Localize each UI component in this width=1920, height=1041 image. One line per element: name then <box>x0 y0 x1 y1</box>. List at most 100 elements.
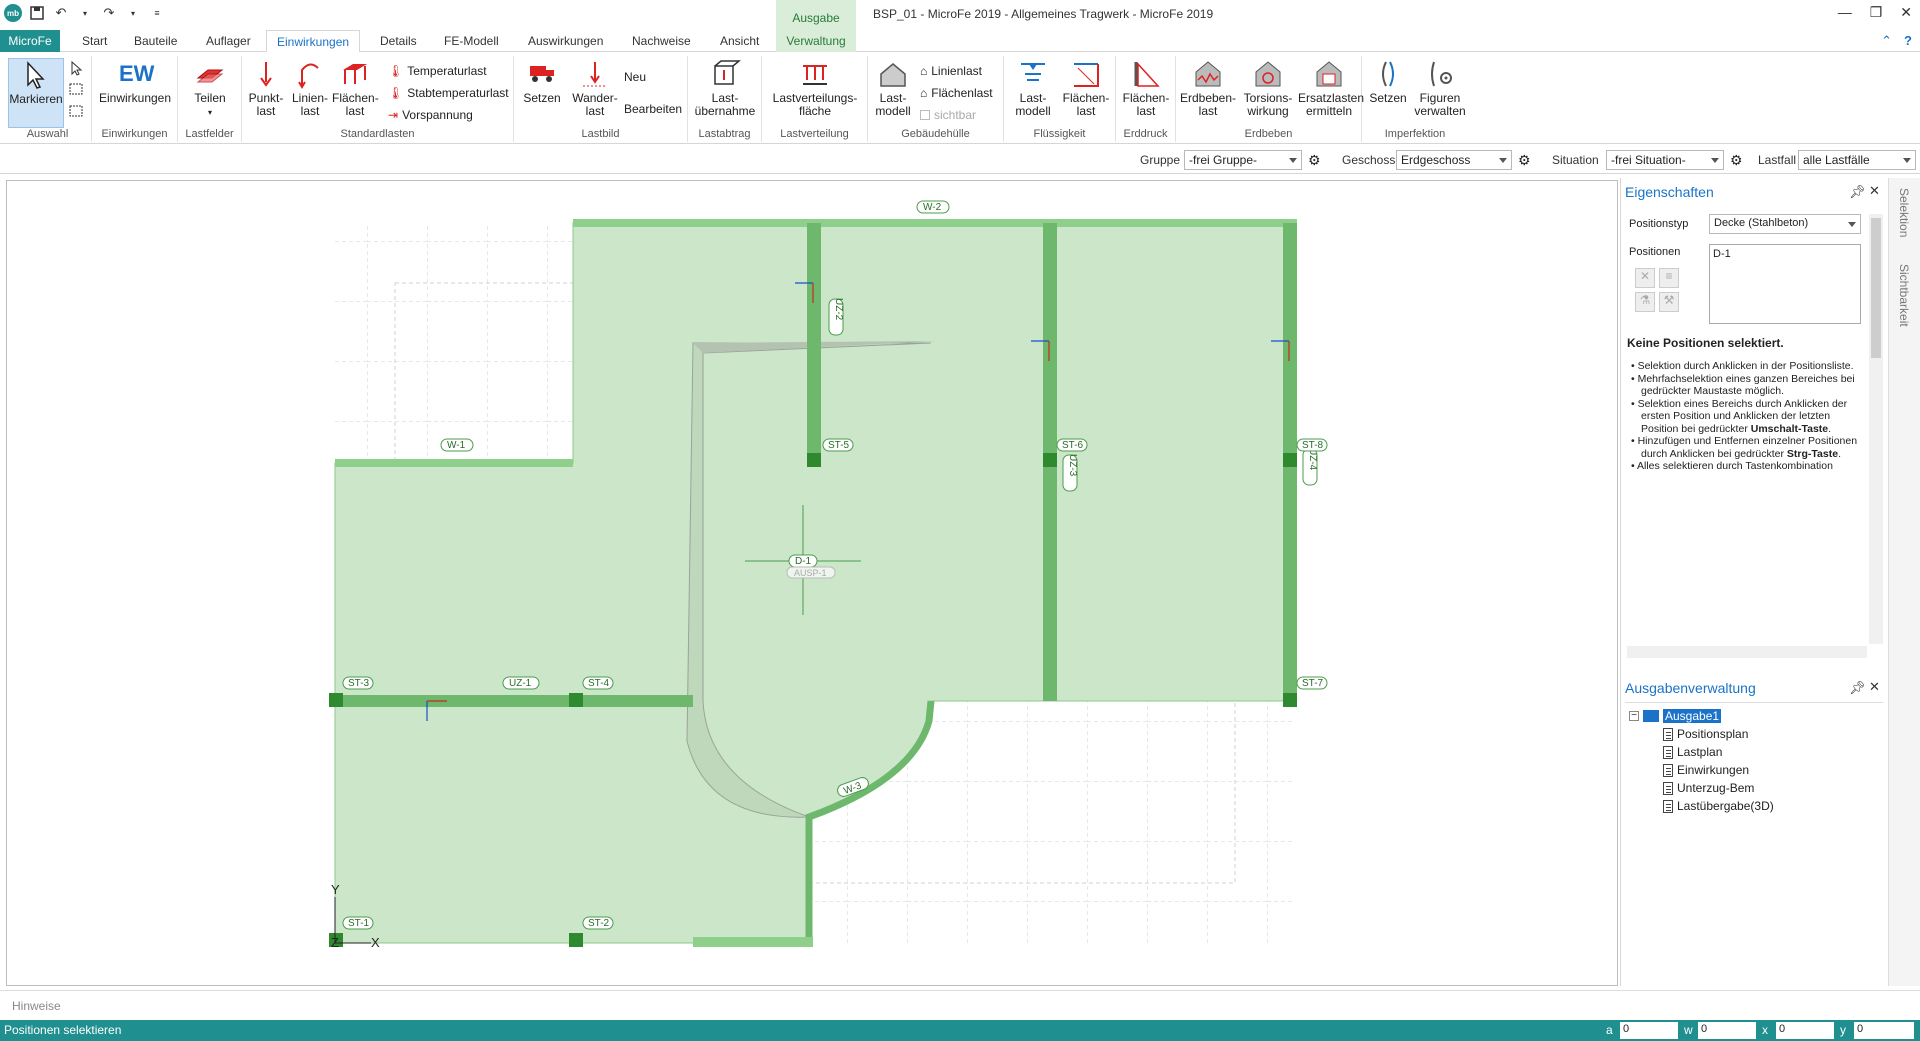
stabtemperaturlast-button[interactable]: 🌡︎ Stabtemperaturlast <box>388 86 509 100</box>
erdbebenlast-button[interactable]: Erdbeben-last <box>1178 58 1238 118</box>
pin-icon[interactable]: 📌︎ <box>1849 184 1866 200</box>
restore-icon[interactable]: ❐ <box>1870 4 1883 21</box>
drawing-canvas[interactable]: Y X Z W-2 W-1 W-3 UZ-2 UZ-3 UZ-4 UZ-1 ST… <box>6 180 1618 986</box>
imperfektion-setzen-button[interactable]: Setzen <box>1364 58 1412 105</box>
tab-bauteile[interactable]: Bauteile <box>124 30 187 52</box>
positionen-list[interactable]: D-1 <box>1709 244 1861 324</box>
column-st8[interactable] <box>1283 453 1297 467</box>
tab-verwaltung[interactable]: Verwaltung <box>776 30 856 52</box>
flask-icon[interactable]: ⚗ <box>1635 292 1655 312</box>
column-st4[interactable] <box>569 693 583 707</box>
tree-item-lastuebergabe[interactable]: Lastübergabe(3D) <box>1663 799 1774 813</box>
save-icon[interactable] <box>28 4 46 22</box>
y-field[interactable]: 0 <box>1854 1022 1914 1039</box>
w-field[interactable]: 0 <box>1698 1022 1756 1039</box>
beam-uz2[interactable] <box>807 223 821 459</box>
tree-item-lastplan[interactable]: Lastplan <box>1663 745 1722 759</box>
tab-details[interactable]: Details <box>370 30 427 52</box>
x-field[interactable]: 0 <box>1776 1022 1834 1039</box>
erddruck-flaechenlast-button[interactable]: Flächen-last <box>1120 58 1172 118</box>
column-st3[interactable] <box>329 693 343 707</box>
figuren-verwalten-button[interactable]: Figuren verwalten <box>1414 58 1466 118</box>
floor-plan-drawing[interactable]: Y X Z W-2 W-1 W-3 UZ-2 UZ-3 UZ-4 UZ-1 ST… <box>7 181 1619 987</box>
selection-mode-icons[interactable] <box>68 60 86 126</box>
situation-select[interactable]: -frei Situation- <box>1606 150 1724 170</box>
lastfall-select[interactable]: alle Lastfälle <box>1798 150 1916 170</box>
collapse-icon[interactable]: − <box>1629 711 1639 721</box>
undo-icon[interactable]: ↶ <box>52 4 70 22</box>
lastuebernahme-button[interactable]: Last-übernahme <box>692 58 758 118</box>
column-st2[interactable] <box>569 933 583 947</box>
label-w1[interactable]: W-1 <box>440 438 474 452</box>
teilen-button[interactable]: Teilen ▾ <box>182 58 238 119</box>
delete-icon[interactable]: ✕ <box>1635 268 1655 288</box>
close-icon[interactable]: ✕ <box>1900 4 1912 21</box>
a-field[interactable]: 0 <box>1620 1022 1678 1039</box>
label-st2[interactable]: ST-2 <box>582 916 614 930</box>
lastverteilungsflaeche-button[interactable]: Lastverteilungs-fläche <box>766 58 864 118</box>
close-icon[interactable]: ✕ <box>1869 679 1880 695</box>
label-st5[interactable]: ST-5 <box>822 438 854 452</box>
wall-w2[interactable] <box>573 219 1297 227</box>
tab-microfe[interactable]: MicroFe <box>0 30 60 52</box>
label-st8[interactable]: ST-8 <box>1296 438 1328 452</box>
gear-icon[interactable]: ⚙ <box>1730 152 1746 168</box>
side-tab-sichtbarkeit[interactable]: Sichtbarkeit <box>1897 264 1911 327</box>
setzen-button[interactable]: Setzen <box>516 58 568 105</box>
tab-nachweise[interactable]: Nachweise <box>622 30 701 52</box>
properties-scrollbar[interactable] <box>1869 214 1883 644</box>
output-tree[interactable]: − Ausgabe1 Positionsplan Lastplan Einwir… <box>1625 702 1883 986</box>
column-st7[interactable] <box>1283 693 1297 707</box>
column-st6[interactable] <box>1043 453 1057 467</box>
linienlast-button[interactable]: Linien-last <box>288 58 332 118</box>
chevron-down-icon[interactable]: ▾ <box>124 4 142 22</box>
tree-item-positionsplan[interactable]: Positionsplan <box>1663 727 1748 741</box>
linienlast-small-button[interactable]: ⌂ Linienlast <box>920 64 982 78</box>
temperaturlast-button[interactable]: 🌡︎ Temperaturlast <box>388 64 487 78</box>
label-st6[interactable]: ST-6 <box>1056 438 1088 452</box>
positionen-list-item[interactable]: D-1 <box>1713 248 1731 260</box>
tab-auswirkungen[interactable]: Auswirkungen <box>518 30 613 52</box>
tools-icon[interactable]: ⚒ <box>1659 292 1679 312</box>
geschoss-select[interactable]: Erdgeschoss <box>1396 150 1512 170</box>
wanderlast-button[interactable]: Wander-last <box>570 58 620 118</box>
tab-fe-modell[interactable]: FE-Modell <box>434 30 509 52</box>
neu-button[interactable]: Neu <box>624 70 646 84</box>
chevron-down-icon[interactable]: ▾ <box>76 4 94 22</box>
sichtbar-checkbox[interactable]: sichtbar <box>920 108 976 122</box>
tree-item-unterzug-bem[interactable]: Unterzug-Bem <box>1663 781 1754 795</box>
properties-hscrollbar[interactable] <box>1627 646 1867 658</box>
label-w2[interactable]: W-2 <box>916 200 950 214</box>
torsionswirkung-button[interactable]: Torsions-wirkung <box>1240 58 1296 118</box>
tree-root[interactable]: − Ausgabe1 <box>1629 709 1722 723</box>
tab-auflager[interactable]: Auflager <box>196 30 261 52</box>
tab-start[interactable]: Start <box>72 30 117 52</box>
side-tab-selektion[interactable]: Selektion <box>1897 188 1911 237</box>
label-st1[interactable]: ST-1 <box>342 916 374 930</box>
column-st5[interactable] <box>807 453 821 467</box>
fluid-flaechenlast-button[interactable]: Flächen-last <box>1060 58 1112 118</box>
ersatzlasten-button[interactable]: Ersatzlasten ermitteln <box>1298 58 1364 118</box>
label-ausp1[interactable]: AUSP-1 <box>786 566 836 579</box>
label-uz3[interactable]: UZ-3 <box>1062 454 1078 492</box>
label-st7[interactable]: ST-7 <box>1296 676 1328 690</box>
label-st3[interactable]: ST-3 <box>342 676 374 690</box>
einwirkungen-button[interactable]: EW Einwirkungen <box>96 58 174 105</box>
label-uz2[interactable]: UZ-2 <box>828 298 844 336</box>
gear-icon[interactable]: ⚙ <box>1308 152 1324 168</box>
positionstyp-select[interactable]: Decke (Stahlbeton) <box>1709 214 1861 234</box>
label-uz1[interactable]: UZ-1 <box>502 676 540 690</box>
flaechenlast-small-button[interactable]: ⌂ Flächenlast <box>920 86 993 100</box>
markieren-button[interactable]: Markieren <box>8 58 64 128</box>
edit-icon[interactable]: ≡ <box>1659 268 1679 288</box>
gruppe-select[interactable]: -frei Gruppe- <box>1184 150 1302 170</box>
wall-w1[interactable] <box>335 459 573 467</box>
minimize-icon[interactable]: — <box>1838 4 1852 21</box>
collapse-ribbon-icon[interactable]: ⌃ <box>1881 33 1892 49</box>
flaechenlast-button[interactable]: Flächen-last <box>332 58 379 118</box>
help-icon[interactable]: ? <box>1904 33 1912 49</box>
redo-icon[interactable]: ↷ <box>100 4 118 22</box>
lastmodell-button[interactable]: Last-modell <box>870 58 916 118</box>
tree-item-einwirkungen[interactable]: Einwirkungen <box>1663 763 1749 777</box>
customize-qat-icon[interactable]: ≡ <box>148 4 166 22</box>
